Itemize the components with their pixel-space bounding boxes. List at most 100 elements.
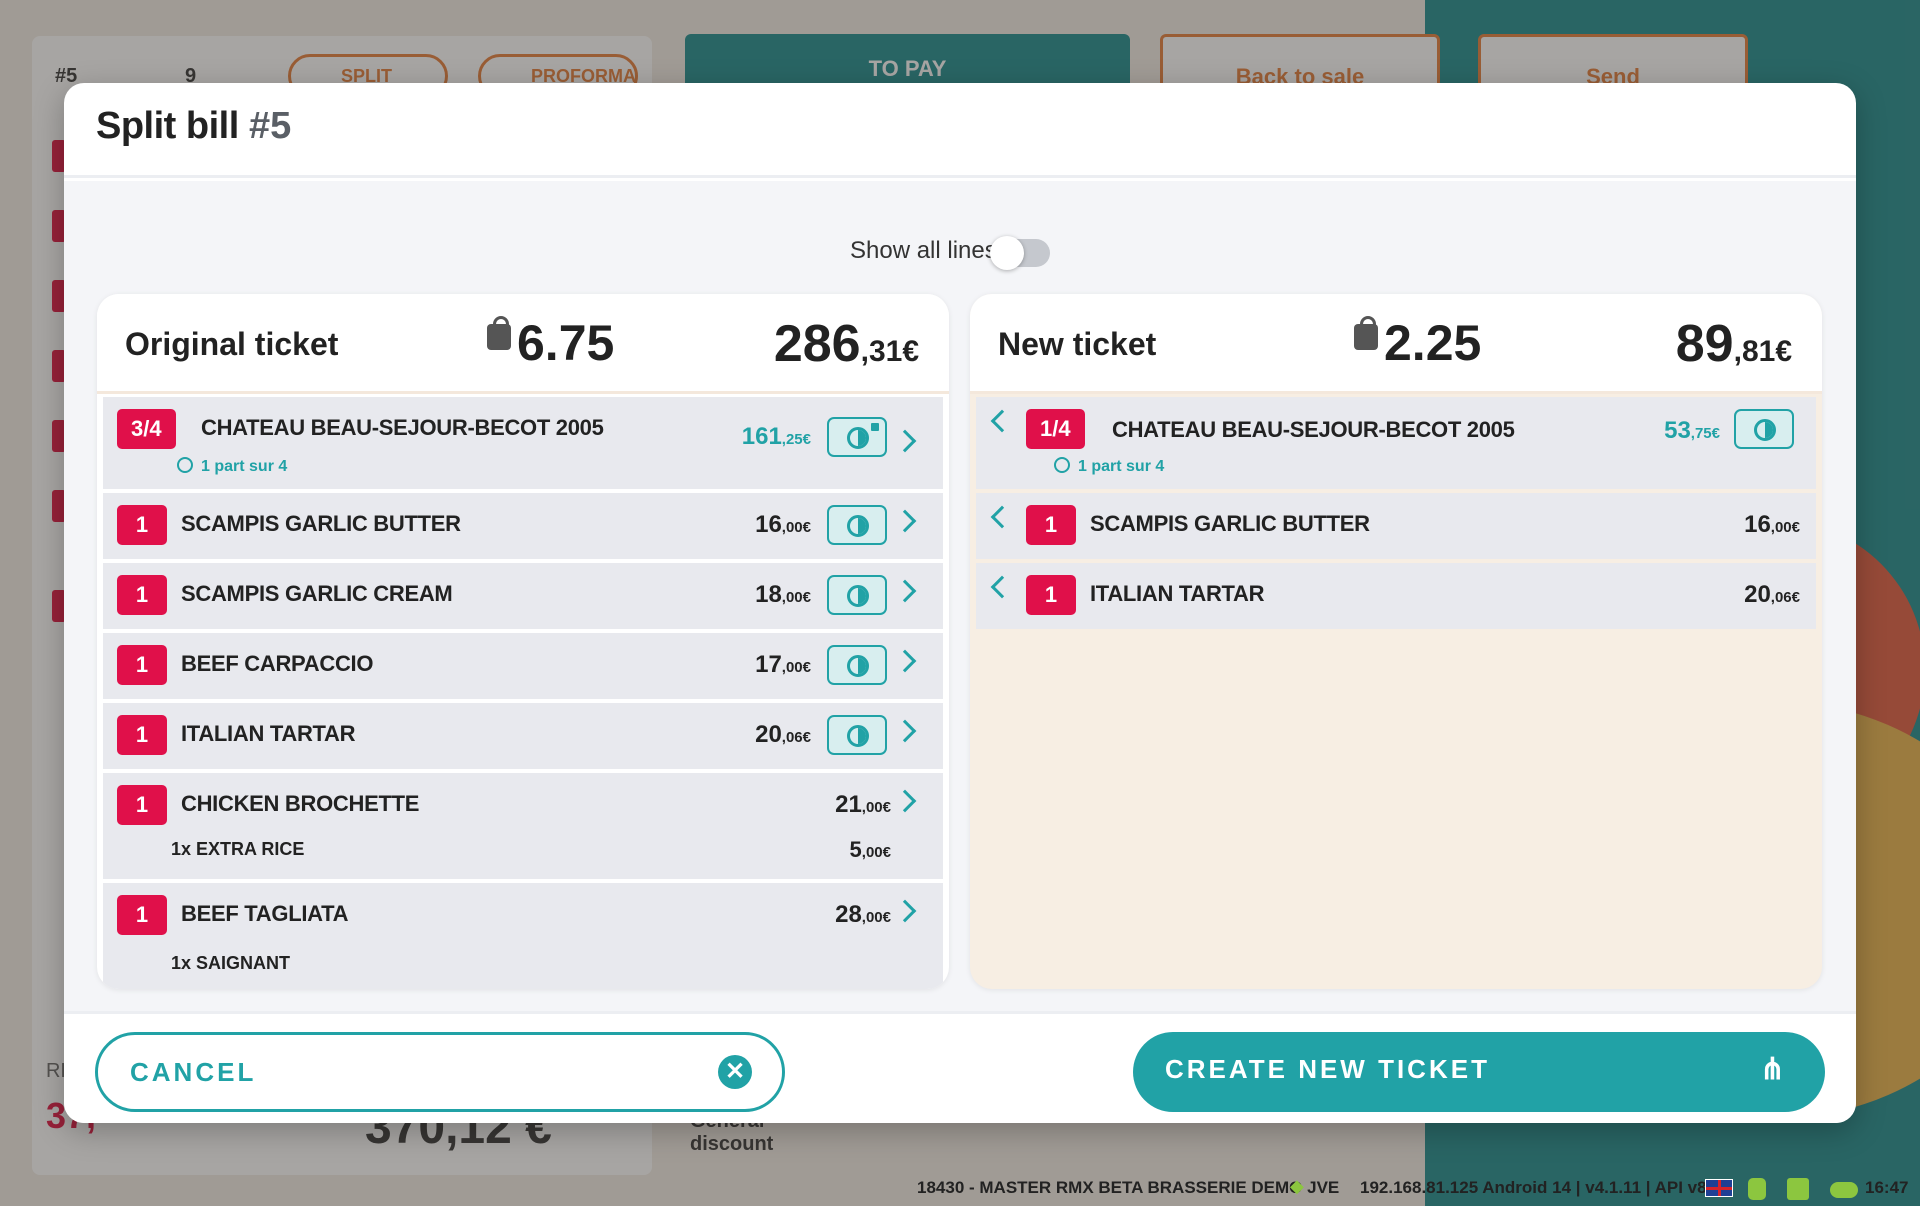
fork-icon: ⋔	[1759, 1053, 1785, 1086]
move-left-icon[interactable]	[990, 409, 1014, 433]
close-icon: ✕	[718, 1055, 752, 1089]
item-price: 16,00€	[1744, 511, 1800, 538]
item-name: ITALIAN TARTAR	[1090, 581, 1265, 606]
create-new-ticket-label: CREATE NEW TICKET	[1165, 1054, 1490, 1084]
quantity-badge: 1	[1026, 575, 1076, 615]
toggle-knob	[990, 236, 1024, 270]
move-right-icon[interactable]	[893, 719, 917, 743]
ticket-line[interactable]: 1/4 CHATEAU BEAU-SEJOUR-BECOT 2005 1 par…	[976, 397, 1816, 489]
split-bill-modal: Split bill #5 Show all lines Original ti…	[64, 83, 1856, 1123]
split-part-button[interactable]	[827, 645, 887, 685]
item-name: ITALIAN TARTAR	[181, 721, 356, 746]
split-part-button[interactable]	[827, 505, 887, 545]
modal-footer: CANCEL ✕ CREATE NEW TICKET ⋔	[64, 1011, 1856, 1123]
ticket-line[interactable]: 1 BEEF CARPACCIO 17,00€	[103, 633, 943, 699]
show-all-lines-toggle[interactable]	[990, 236, 1050, 270]
network-info: 192.168.81.125 Android 14 | v4.1.11 | AP…	[1360, 1178, 1707, 1197]
cloud-icon	[1830, 1182, 1858, 1198]
split-icon	[847, 655, 869, 677]
original-ticket-title: Original ticket	[125, 326, 339, 362]
new-ticket-header: New ticket 2.25 89,81€	[970, 294, 1822, 394]
cancel-button[interactable]: CANCEL ✕	[95, 1032, 785, 1112]
ticket-line[interactable]: 1 SCAMPIS GARLIC BUTTER 16,00€	[976, 493, 1816, 559]
ticket-line[interactable]: 1 BEEF TAGLIATA 28,00€ 1x SAIGNANT	[103, 883, 943, 989]
show-all-lines-row: Show all lines	[64, 231, 1856, 271]
item-name: BEEF CARPACCIO	[181, 651, 374, 676]
bag-icon	[1354, 316, 1378, 350]
move-right-icon[interactable]	[893, 649, 917, 673]
quantity-badge: 1/4	[1026, 409, 1085, 449]
new-item-count: 2.25	[1354, 314, 1481, 372]
quantity-badge: 1	[117, 505, 167, 545]
move-right-icon[interactable]	[893, 579, 917, 603]
part-info: 1 part sur 4	[177, 457, 287, 476]
clock: 16:47	[1865, 1178, 1909, 1197]
item-price: 16,00€	[755, 511, 811, 538]
bag-icon	[487, 316, 511, 350]
database-icon	[1748, 1178, 1766, 1200]
quantity-badge: 3/4	[117, 409, 176, 449]
modal-title: Split bill	[96, 105, 239, 147]
item-price: 18,00€	[755, 581, 811, 608]
split-part-button[interactable]	[827, 715, 887, 755]
item-price: 28,00€	[835, 901, 891, 928]
quantity-badge: 1	[1026, 505, 1076, 545]
quantity-badge: 1	[117, 785, 167, 825]
printer-check-icon	[1787, 1178, 1809, 1200]
quantity-badge: 1	[117, 575, 167, 615]
modal-body: Show all lines Original ticket 6.75 286,…	[64, 181, 1856, 1011]
item-name: CHATEAU BEAU-SEJOUR-BECOT 2005	[1112, 417, 1515, 442]
item-price: 161,25€	[741, 423, 811, 450]
ticket-line[interactable]: 3/4 CHATEAU BEAU-SEJOUR-BECOT 2005 1 par…	[103, 397, 943, 489]
item-name: CHICKEN BROCHETTE	[181, 791, 420, 816]
split-part-button[interactable]	[827, 417, 887, 457]
original-ticket-header: Original ticket 6.75 286,31€	[97, 294, 949, 394]
ticket-line[interactable]: 1 ITALIAN TARTAR 20,06€	[976, 563, 1816, 629]
new-ticket-total: 89,81€	[1675, 315, 1792, 373]
original-ticket-lines: 3/4 CHATEAU BEAU-SEJOUR-BECOT 2005 1 par…	[97, 397, 949, 989]
item-name: CHATEAU BEAU-SEJOUR-BECOT 2005	[201, 415, 604, 440]
split-part-button[interactable]	[1734, 409, 1794, 449]
venue-label: 18430 - MASTER RMX BETA BRASSERIE DEMO J…	[917, 1178, 1340, 1197]
move-left-icon[interactable]	[990, 505, 1014, 529]
move-left-icon[interactable]	[990, 575, 1014, 599]
item-name: SCAMPIS GARLIC CREAM	[181, 581, 453, 606]
ticket-line[interactable]: 1 SCAMPIS GARLIC BUTTER 16,00€	[103, 493, 943, 559]
ticket-line[interactable]: 1 SCAMPIS GARLIC CREAM 18,00€	[103, 563, 943, 629]
item-price: 53,75€	[1664, 417, 1720, 444]
item-name: SCAMPIS GARLIC BUTTER	[181, 511, 461, 536]
quantity-badge: 1	[117, 715, 167, 755]
quantity-badge: 1	[117, 895, 167, 935]
create-new-ticket-button[interactable]: CREATE NEW TICKET ⋔	[1133, 1032, 1825, 1112]
split-icon	[847, 515, 869, 537]
ticket-number: #5	[249, 105, 292, 147]
status-bar: 18430 - MASTER RMX BETA BRASSERIE DEMO J…	[0, 1172, 1920, 1206]
modifier-line: 1x SAIGNANT	[171, 953, 291, 973]
split-part-button[interactable]	[827, 575, 887, 615]
original-ticket-panel: Original ticket 6.75 286,31€ 3/4 CHATEAU…	[97, 294, 949, 989]
pie-icon	[177, 457, 193, 473]
pie-icon	[1054, 457, 1070, 473]
move-right-icon[interactable]	[893, 429, 917, 453]
original-ticket-total: 286,31€	[773, 315, 919, 373]
ticket-line[interactable]: 1 ITALIAN TARTAR 20,06€	[103, 703, 943, 769]
move-right-icon[interactable]	[893, 789, 917, 813]
modifier-price: 5,00€	[849, 837, 891, 862]
ticket-line[interactable]: 1 CHICKEN BROCHETTE 21,00€ 1x EXTRA RICE…	[103, 773, 943, 879]
modifier-line: 1x EXTRA RICE	[171, 839, 305, 859]
item-name: BEEF TAGLIATA	[181, 901, 349, 926]
move-right-icon[interactable]	[893, 509, 917, 533]
original-item-count: 6.75	[487, 314, 614, 372]
split-icon	[847, 427, 869, 449]
item-price: 20,06€	[1744, 581, 1800, 608]
item-name: SCAMPIS GARLIC BUTTER	[1090, 511, 1370, 536]
modal-header: Split bill #5	[64, 83, 1856, 178]
new-ticket-panel: New ticket 2.25 89,81€ 1/4 CHATEAU BEAU-…	[970, 294, 1822, 989]
move-right-icon[interactable]	[893, 899, 917, 923]
item-price: 20,06€	[755, 721, 811, 748]
new-ticket-title: New ticket	[998, 326, 1157, 362]
quantity-badge: 1	[117, 645, 167, 685]
uk-flag-icon[interactable]	[1705, 1179, 1733, 1197]
show-all-lines-label: Show all lines	[850, 237, 997, 264]
item-price: 21,00€	[835, 791, 891, 818]
